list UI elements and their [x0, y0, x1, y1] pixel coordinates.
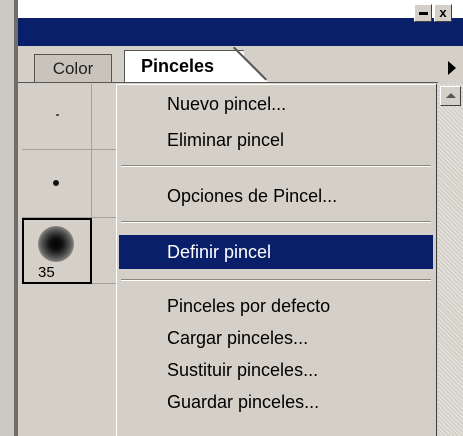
vertical-scrollbar[interactable]: [438, 84, 463, 436]
menu-item-guardar-pinceles[interactable]: Guardar pinceles...: [119, 385, 433, 419]
menu-item-sustituir-pinceles[interactable]: Sustituir pinceles...: [119, 353, 433, 387]
minimize-button[interactable]: [414, 4, 432, 22]
tab-baseline: [18, 82, 438, 83]
brush-preset-4[interactable]: [92, 150, 118, 218]
menu-item-pinceles-por-defecto[interactable]: Pinceles por defecto: [119, 289, 433, 323]
menu-separator: [121, 165, 431, 167]
brush-tip-small-icon: [53, 180, 59, 186]
close-button[interactable]: x: [434, 4, 452, 22]
soft-brush-icon: [38, 226, 74, 262]
menu-separator: [121, 279, 431, 281]
menu-item-definir-pincel[interactable]: Definir pincel: [119, 235, 433, 269]
menu-item-cargar-pinceles[interactable]: Cargar pinceles...: [119, 321, 433, 355]
menu-separator: [121, 221, 431, 223]
tab-pinceles[interactable]: Pinceles: [124, 50, 244, 82]
brush-preset-6[interactable]: [92, 218, 118, 284]
brush-list-area: [22, 284, 118, 436]
brush-preset-2[interactable]: [92, 84, 118, 150]
brush-preset-1[interactable]: [22, 84, 92, 150]
tab-color[interactable]: Color: [34, 54, 112, 82]
window-edge: [0, 0, 14, 436]
palette-dropdown-menu: Nuevo pincel... Eliminar pincel Opciones…: [116, 84, 436, 436]
brush-size-label: 35: [38, 264, 55, 281]
scroll-up-arrow-icon[interactable]: [440, 86, 461, 106]
menu-item-opciones-de-pincel[interactable]: Opciones de Pincel...: [119, 179, 433, 213]
brush-tip-1px-icon: [56, 114, 59, 116]
menu-item-nuevo-pincel[interactable]: Nuevo pincel...: [119, 87, 433, 121]
palette-menu-arrow-icon[interactable]: [438, 56, 463, 80]
menu-item-eliminar-pincel[interactable]: Eliminar pincel: [119, 123, 433, 157]
palette-titlebar[interactable]: [18, 18, 463, 46]
